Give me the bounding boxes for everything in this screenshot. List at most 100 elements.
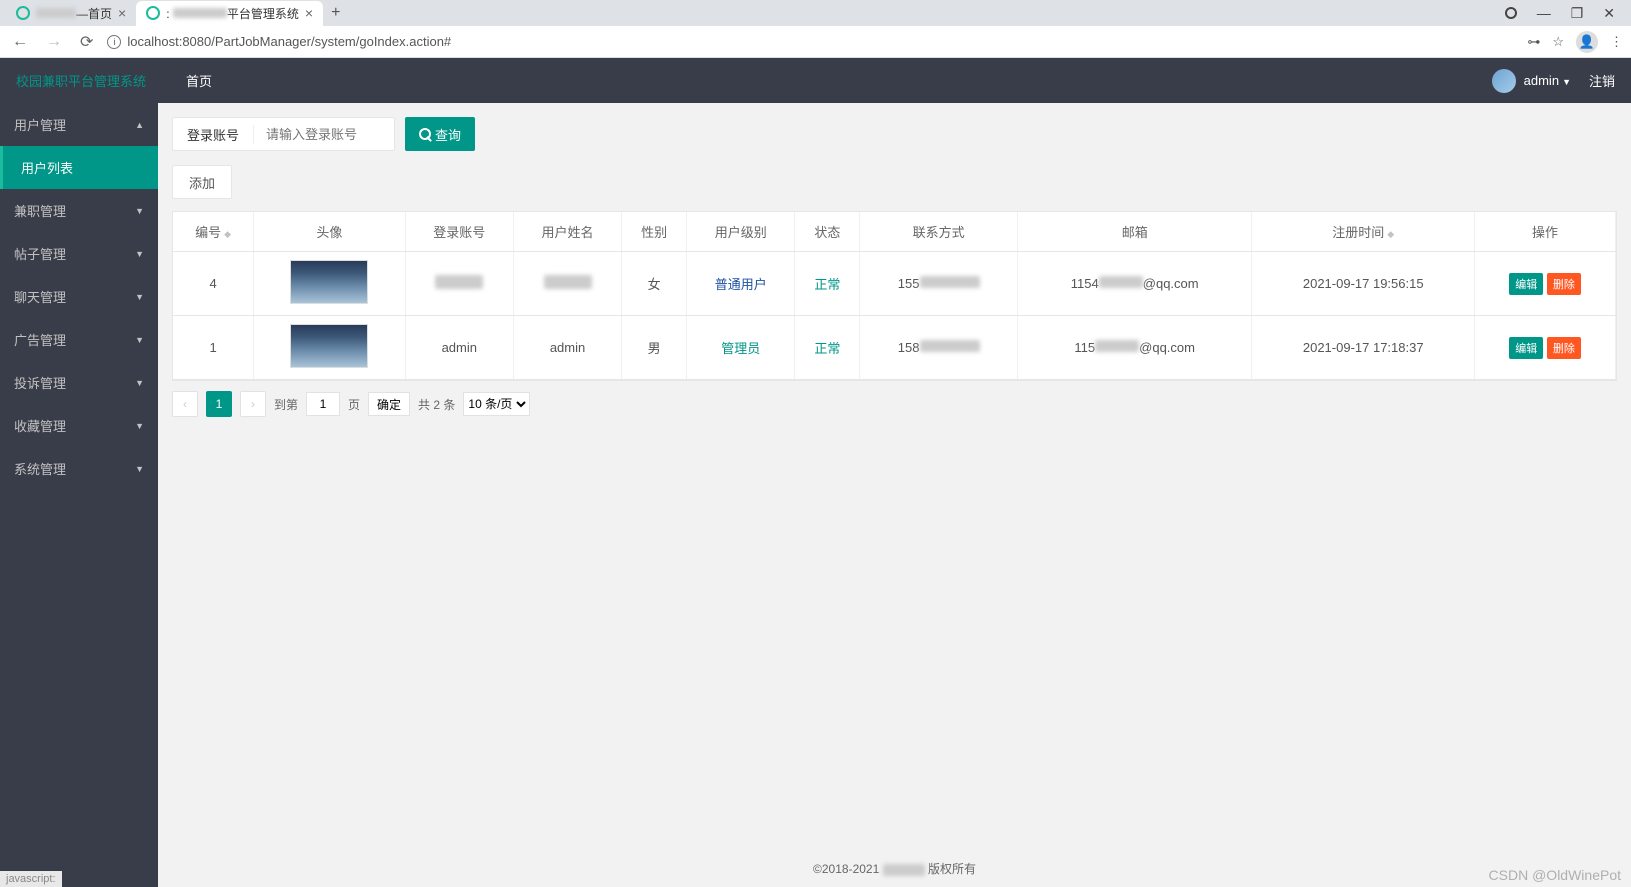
address-bar: ← → ⟳ i localhost:8080/PartJobManager/sy… [0, 26, 1631, 58]
forward-button[interactable]: → [42, 31, 66, 53]
maximize-icon[interactable]: ❐ [1571, 5, 1584, 22]
table-row: 1 admin admin 男 管理员 正常 158 115@qq.com 20… [173, 316, 1616, 380]
close-icon[interactable]: × [118, 5, 126, 21]
search-button-label: 查询 [435, 125, 461, 144]
reload-button[interactable]: ⟳ [76, 30, 97, 54]
pagination: ‹ 1 › 到第 页 确定 共 2 条 10 条/页 [172, 381, 1617, 431]
input-label: 登录账号 [173, 125, 254, 144]
add-button[interactable]: 添加 [172, 165, 232, 199]
cell-id: 4 [173, 252, 254, 316]
cell-phone: 158 [860, 316, 1018, 380]
sidebar-item-user-list[interactable]: 用户列表 [0, 146, 158, 189]
page-prev[interactable]: ‹ [172, 391, 198, 417]
favicon-icon [16, 6, 30, 20]
page-next[interactable]: › [240, 391, 266, 417]
sidebar-label: 广告管理 [14, 330, 66, 349]
dot-icon[interactable] [1505, 7, 1517, 19]
th-id[interactable]: 编号◆ [173, 212, 254, 252]
sidebar-item-complaint-mgmt[interactable]: 投诉管理 ▼ [0, 361, 158, 404]
chevron-up-icon: ▲ [135, 120, 144, 130]
search-button[interactable]: 查询 [405, 117, 475, 151]
sidebar-label: 帖子管理 [14, 244, 66, 263]
chevron-down-icon: ▼ [135, 335, 144, 345]
url-bar[interactable]: i localhost:8080/PartJobManager/system/g… [107, 34, 1517, 49]
cell-level: 管理员 [687, 316, 795, 380]
chevron-down-icon: ▼ [135, 292, 144, 302]
sidebar-item-system-mgmt[interactable]: 系统管理 ▼ [0, 447, 158, 490]
minimize-icon[interactable]: — [1537, 5, 1551, 21]
goto-suffix: 页 [348, 396, 360, 413]
url-text: localhost:8080/PartJobManager/system/goI… [127, 34, 451, 49]
table-header-row: 编号◆ 头像 登录账号 用户姓名 性别 用户级别 状态 联系方式 邮箱 注册时间… [173, 212, 1616, 252]
profile-icon[interactable]: 👤 [1576, 31, 1598, 53]
browser-tab[interactable]: —首页 × [6, 1, 136, 26]
sidebar-item-ad-mgmt[interactable]: 广告管理 ▼ [0, 318, 158, 361]
th-regtime[interactable]: 注册时间◆ [1252, 212, 1475, 252]
main-content: 登录账号 查询 添加 编号◆ 头像 [158, 103, 1631, 887]
page-confirm[interactable]: 确定 [368, 392, 410, 416]
search-row: 登录账号 查询 [172, 117, 1617, 151]
edit-button[interactable]: 编辑 [1509, 337, 1543, 359]
page-number[interactable]: 1 [206, 391, 232, 417]
close-icon[interactable]: × [305, 5, 313, 21]
cell-regtime: 2021-09-17 17:18:37 [1252, 316, 1475, 380]
chevron-down-icon: ▼ [135, 378, 144, 388]
th-account: 登录账号 [405, 212, 513, 252]
sidebar: 用户管理 ▲ 用户列表 兼职管理 ▼ 帖子管理 ▼ 聊天管理 ▼ 广告管理 ▼ [0, 103, 158, 887]
browser-chrome: —首页 × : 平台管理系统 × + — ❐ ✕ ← → ⟳ i localho… [0, 0, 1631, 58]
th-action: 操作 [1475, 212, 1616, 252]
sidebar-label: 聊天管理 [14, 287, 66, 306]
sidebar-item-job-mgmt[interactable]: 兼职管理 ▼ [0, 189, 158, 232]
key-icon[interactable]: ⊶ [1527, 34, 1540, 50]
cell-regtime: 2021-09-17 19:56:15 [1252, 252, 1475, 316]
chevron-down-icon: ▼ [135, 249, 144, 259]
search-input[interactable] [254, 118, 394, 150]
cell-actions: 编辑 删除 [1475, 252, 1616, 316]
page-size-select[interactable]: 10 条/页 [463, 392, 530, 416]
chevron-down-icon: ▼ [135, 464, 144, 474]
edit-button[interactable]: 编辑 [1509, 273, 1543, 295]
app: 校园兼职平台管理系统 首页 admin▼ 注销 用户管理 ▲ 用户列表 兼职管理… [0, 58, 1631, 887]
info-icon[interactable]: i [107, 35, 121, 49]
goto-label: 到第 [274, 396, 298, 413]
tab-title: : 平台管理系统 [166, 5, 299, 22]
sidebar-item-user-mgmt[interactable]: 用户管理 ▲ [0, 103, 158, 146]
avatar-thumb[interactable] [290, 260, 368, 304]
sort-icon: ◆ [224, 229, 231, 239]
chevron-down-icon: ▼ [135, 206, 144, 216]
sidebar-item-chat-mgmt[interactable]: 聊天管理 ▼ [0, 275, 158, 318]
page-input[interactable] [306, 392, 340, 416]
favicon-icon [146, 6, 160, 20]
new-tab-button[interactable]: + [323, 2, 348, 24]
search-input-group: 登录账号 [172, 117, 395, 151]
th-phone: 联系方式 [860, 212, 1018, 252]
username-dropdown[interactable]: admin▼ [1524, 73, 1571, 88]
avatar[interactable] [1492, 69, 1516, 93]
cell-status: 正常 [795, 252, 860, 316]
avatar-thumb[interactable] [290, 324, 368, 368]
nav-home[interactable]: 首页 [186, 71, 212, 90]
th-level: 用户级别 [687, 212, 795, 252]
sidebar-label: 用户列表 [21, 158, 73, 177]
close-icon[interactable]: ✕ [1603, 5, 1615, 22]
footer: ©2018-2021 版权所有 [172, 850, 1617, 887]
star-icon[interactable]: ☆ [1552, 34, 1564, 50]
cell-account [405, 252, 513, 316]
sidebar-item-favorite-mgmt[interactable]: 收藏管理 ▼ [0, 404, 158, 447]
sidebar-label: 收藏管理 [14, 416, 66, 435]
logout-link[interactable]: 注销 [1589, 71, 1615, 90]
delete-button[interactable]: 删除 [1547, 273, 1581, 295]
sidebar-item-post-mgmt[interactable]: 帖子管理 ▼ [0, 232, 158, 275]
back-button[interactable]: ← [8, 31, 32, 53]
th-name: 用户姓名 [513, 212, 621, 252]
delete-button[interactable]: 删除 [1547, 337, 1581, 359]
th-gender: 性别 [622, 212, 687, 252]
th-avatar: 头像 [254, 212, 406, 252]
browser-tab[interactable]: : 平台管理系统 × [136, 1, 323, 26]
sidebar-label: 用户管理 [14, 115, 66, 134]
cell-status: 正常 [795, 316, 860, 380]
chevron-down-icon: ▼ [1562, 77, 1571, 87]
sidebar-label: 兼职管理 [14, 201, 66, 220]
window-controls: — ❐ ✕ [1505, 5, 1625, 22]
menu-icon[interactable]: ⋮ [1610, 34, 1623, 50]
